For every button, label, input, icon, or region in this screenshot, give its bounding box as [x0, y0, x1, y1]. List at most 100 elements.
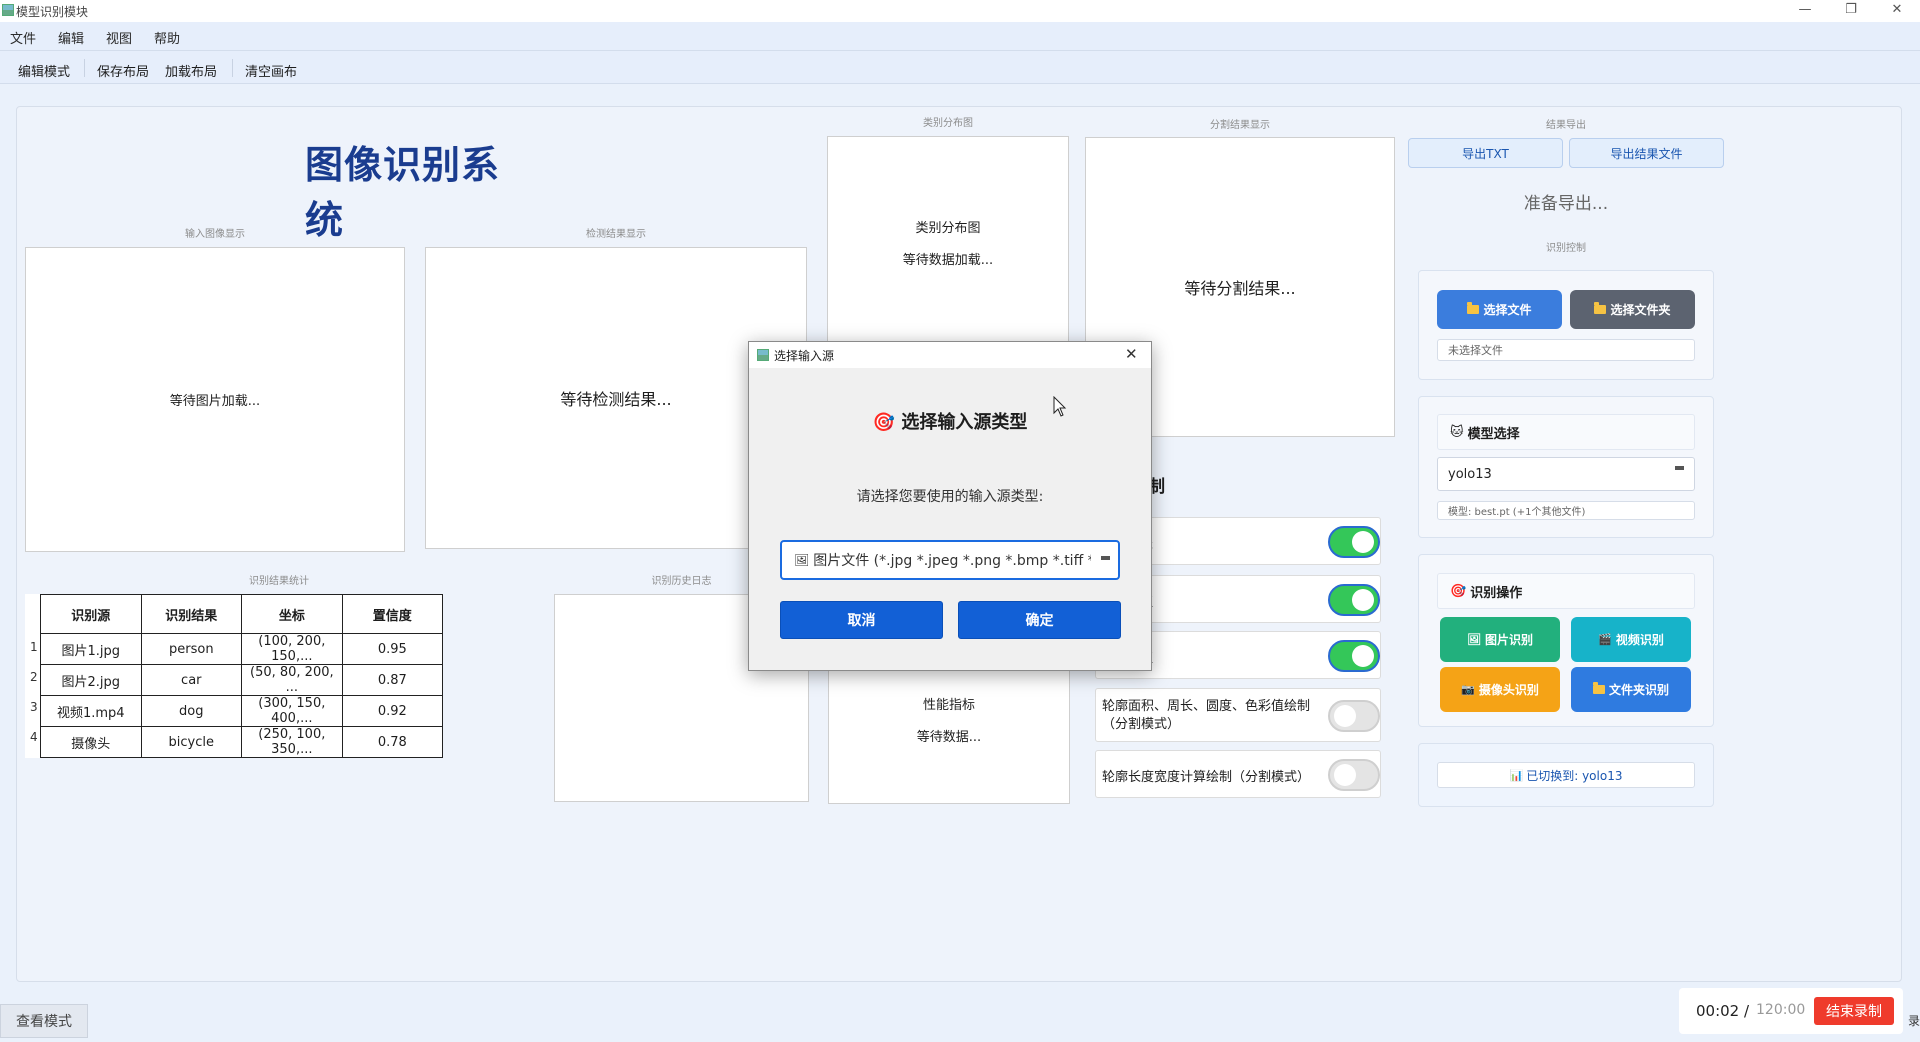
robot-icon: 🐱 — [1450, 424, 1464, 440]
edit-mode-button[interactable]: 编辑模式 — [18, 61, 70, 80]
table-header-row: 识别源 识别结果 坐标 置信度 — [40, 594, 444, 634]
cell-source: 摄像头 — [40, 726, 142, 758]
dialog-titlebar: 选择输入源 ✕ — [749, 342, 1151, 368]
restore-icon[interactable]: ❐ — [1828, 0, 1874, 22]
menu-view[interactable]: 视图 — [106, 28, 132, 47]
dialog-close-icon[interactable]: ✕ — [1125, 345, 1138, 363]
image-recognize-label: 图片识别 — [1484, 633, 1533, 647]
export-status: 准备导出... — [1523, 194, 1609, 214]
toolbar-separator — [232, 59, 233, 77]
input-source-selected: 图片文件 (*.jpg *.jpeg *.png *.bmp *.tiff * — [813, 553, 1092, 569]
toggle-knob — [1352, 645, 1374, 667]
cell-coords: (250, 100, 350,... — [241, 726, 343, 758]
select-input-dialog: 选择输入源 ✕ 🎯 选择输入源类型 请选择您要使用的输入源类型: 🖼 图片文件 … — [748, 341, 1152, 671]
category-placeholder: 等待数据加载... — [902, 253, 994, 268]
recording-elapsed: 00:02 — [1696, 1002, 1740, 1020]
menu-bar: 文件 编辑 视图 帮助 — [0, 22, 1920, 50]
model-switch-status: 📊 已切换到: yolo13 — [1437, 762, 1695, 788]
folder-icon — [1467, 302, 1480, 314]
cell-result: dog — [140, 695, 243, 727]
results-table-area: 1 2 3 4 识别源 识别结果 坐标 置信度 图片1.jpg person (… — [25, 594, 444, 758]
select-folder-button[interactable]: 选择文件夹 — [1570, 290, 1695, 329]
input-image-panel[interactable]: 等待图片加载... — [25, 247, 405, 552]
detect-panel-caption: 检测结果显示 — [586, 229, 646, 240]
cell-coords: (300, 150, 400,... — [241, 695, 343, 727]
minimize-icon[interactable]: — — [1782, 0, 1828, 22]
cell-source: 视频1.mp4 — [40, 695, 142, 727]
table-row[interactable]: 图片2.jpg car (50, 80, 200, ... 0.87 — [40, 664, 444, 696]
toggle-switch[interactable] — [1328, 759, 1380, 791]
detect-placeholder: 等待检测结果... — [560, 390, 672, 409]
toggle-switch[interactable] — [1328, 700, 1380, 732]
toggle-row: 轮廓面积、周长、圆度、色彩值绘制（分割模式） — [1095, 688, 1381, 742]
target-icon: 🎯 — [872, 412, 896, 433]
menu-file[interactable]: 文件 — [10, 28, 36, 47]
cell-source: 图片1.jpg — [40, 633, 142, 665]
toggle-switch[interactable] — [1328, 640, 1380, 672]
camera-recognize-label: 摄像头识别 — [1478, 683, 1539, 697]
load-layout-button[interactable]: 加载布局 — [165, 61, 217, 80]
dialog-heading-label: 选择输入源类型 — [901, 412, 1028, 433]
col-header-confidence[interactable]: 置信度 — [341, 594, 444, 634]
export-file-button[interactable]: 导出结果文件 — [1569, 138, 1724, 168]
save-layout-button[interactable]: 保存布局 — [97, 61, 149, 80]
stop-recording-button[interactable]: 结束录制 — [1814, 997, 1894, 1025]
folder-recognize-button[interactable]: 文件夹识别 — [1571, 667, 1691, 712]
selected-file-field[interactable]: 未选择文件 — [1437, 339, 1695, 361]
table-row[interactable]: 摄像头 bicycle (250, 100, 350,... 0.78 — [40, 726, 444, 758]
camera-recognize-button[interactable]: 📷 摄像头识别 — [1440, 667, 1560, 712]
segment-placeholder: 等待分割结果... — [1184, 279, 1296, 298]
cell-coords: (100, 200, 150,... — [241, 633, 343, 665]
row-index: 3 — [30, 700, 38, 714]
col-header-result[interactable]: 识别结果 — [140, 594, 243, 634]
ok-button[interactable]: 确定 — [958, 601, 1121, 639]
col-header-source[interactable]: 识别源 — [40, 594, 142, 634]
category-distribution-panel[interactable]: 类别分布图 等待数据加载... — [827, 136, 1069, 371]
segment-panel-caption: 分割结果显示 — [1210, 120, 1270, 131]
model-dropdown[interactable]: yolo13 — [1437, 457, 1695, 491]
model-info: 模型: best.pt (+1个其他文件) — [1437, 501, 1695, 520]
dropdown-arrow-icon — [1101, 556, 1110, 560]
video-recognize-button[interactable]: 🎬 视频识别 — [1571, 617, 1691, 662]
results-table: 识别源 识别结果 坐标 置信度 图片1.jpg person (100, 200… — [40, 594, 444, 758]
toggle-switch[interactable] — [1328, 526, 1380, 558]
export-txt-button[interactable]: 导出TXT — [1408, 138, 1563, 168]
toggle-switch[interactable] — [1328, 584, 1380, 616]
col-header-coords[interactable]: 坐标 — [241, 594, 343, 634]
camera-icon: 📷 — [1461, 683, 1475, 696]
window-titlebar: 模型识别模块 — ❐ ✕ — [0, 0, 1920, 22]
image-recognize-button[interactable]: 🖼 图片识别 — [1440, 617, 1560, 662]
table-row[interactable]: 图片1.jpg person (100, 200, 150,... 0.95 — [40, 633, 444, 665]
toolbar: 编辑模式 保存布局 加载布局 清空画布 — [0, 50, 1920, 84]
cell-confidence: 0.87 — [341, 664, 444, 696]
clear-canvas-button[interactable]: 清空画布 — [245, 61, 297, 80]
folder-icon — [1592, 682, 1605, 694]
input-placeholder: 等待图片加载... — [169, 394, 261, 409]
perf-title: 性能指标 — [922, 698, 975, 713]
dropdown-arrow-icon — [1675, 466, 1684, 470]
menu-edit[interactable]: 编辑 — [58, 28, 84, 47]
view-mode-button[interactable]: 查看模式 — [0, 1004, 88, 1038]
mouse-cursor-icon — [1053, 396, 1067, 417]
recognition-control-caption: 识别控制 — [1546, 243, 1586, 254]
toggle-knob — [1352, 589, 1374, 611]
table-row[interactable]: 视频1.mp4 dog (300, 150, 400,... 0.92 — [40, 695, 444, 727]
input-source-select[interactable]: 🖼 图片文件 (*.jpg *.jpeg *.png *.bmp *.tiff … — [780, 540, 1120, 580]
toggle-label: 轮廓长度宽度计算绘制（分割模式） — [1102, 770, 1311, 785]
model-heading-label: 模型选择 — [1467, 426, 1520, 442]
perf-placeholder: 等待数据... — [916, 730, 982, 745]
menu-help[interactable]: 帮助 — [154, 28, 180, 47]
row-index: 2 — [30, 670, 38, 684]
cell-coords: (50, 80, 200, ... — [241, 664, 343, 696]
toggle-knob — [1334, 705, 1356, 727]
image-file-icon: 🖼 — [794, 553, 810, 567]
cell-confidence: 0.95 — [341, 633, 444, 665]
select-file-button[interactable]: 选择文件 — [1437, 290, 1562, 329]
row-index: 4 — [30, 730, 38, 744]
close-icon[interactable]: ✕ — [1874, 0, 1920, 22]
cancel-button[interactable]: 取消 — [780, 601, 943, 639]
model-heading: 🐱 模型选择 — [1437, 414, 1695, 450]
app-icon — [2, 4, 14, 16]
input-panel-caption: 输入图像显示 — [185, 229, 245, 240]
recording-total: 120:00 — [1756, 1002, 1806, 1018]
